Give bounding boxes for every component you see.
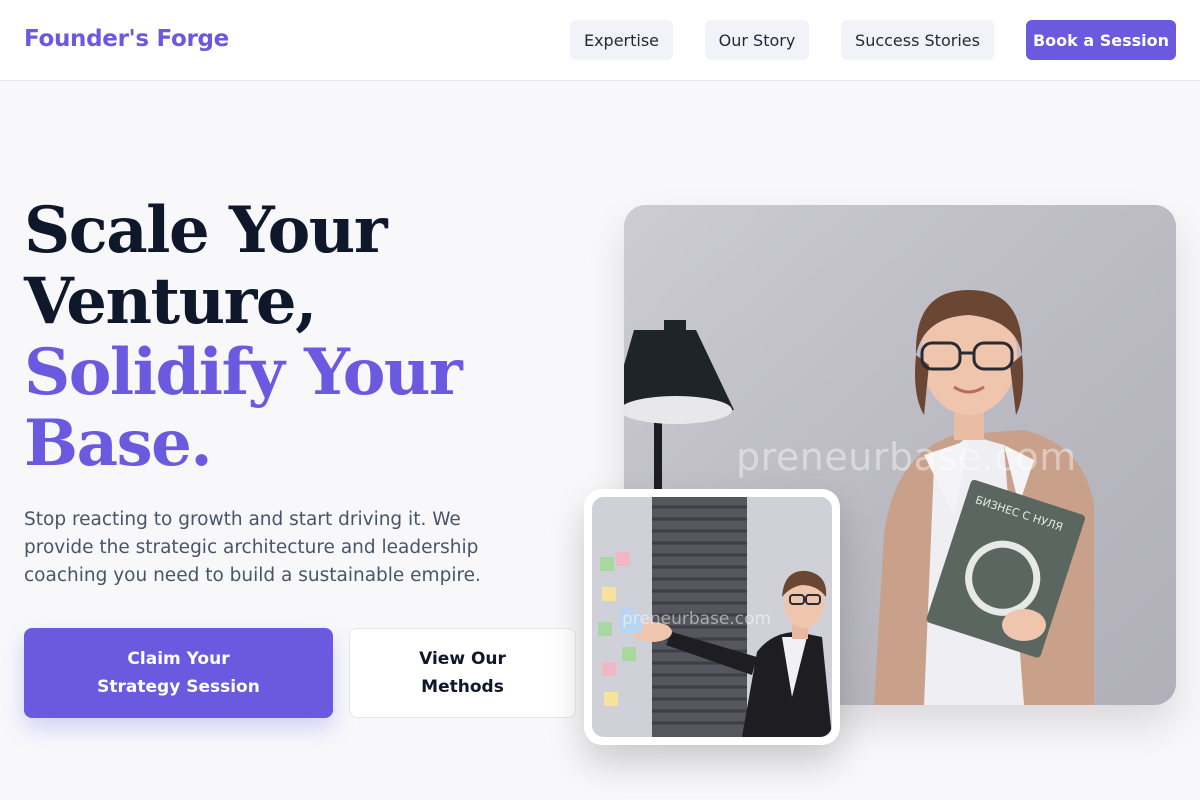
headline-accent-line-1: Solidify Your: [24, 335, 463, 410]
brand-logo[interactable]: Founder's Forge: [24, 26, 229, 52]
main-photo-watermark: preneurbase.com: [736, 435, 1077, 479]
inset-photo: preneurbase.com: [592, 497, 832, 737]
hero-headline: Scale Your Venture, Solidify Your Base.: [24, 195, 584, 479]
top-navbar: Founder's Forge Expertise Our Story Succ…: [0, 0, 1200, 81]
book-session-button[interactable]: Book a Session: [1026, 20, 1176, 60]
view-methods-button[interactable]: View Our Methods: [349, 628, 576, 718]
headline-line-2: Venture,: [24, 264, 317, 339]
nav-link-expertise[interactable]: Expertise: [570, 20, 673, 60]
headline-line-1: Scale Your: [24, 193, 388, 268]
inset-photo-watermark: preneurbase.com: [622, 609, 772, 629]
nav-link-success-stories[interactable]: Success Stories: [841, 20, 994, 60]
inset-photo-frame: preneurbase.com: [584, 489, 840, 745]
nav-link-our-story[interactable]: Our Story: [705, 20, 809, 60]
headline-accent-line-2: Base.: [24, 406, 213, 481]
hero-subtext: Stop reacting to growth and start drivin…: [24, 509, 481, 586]
claim-strategy-session-button[interactable]: Claim Your Strategy Session: [24, 628, 333, 718]
